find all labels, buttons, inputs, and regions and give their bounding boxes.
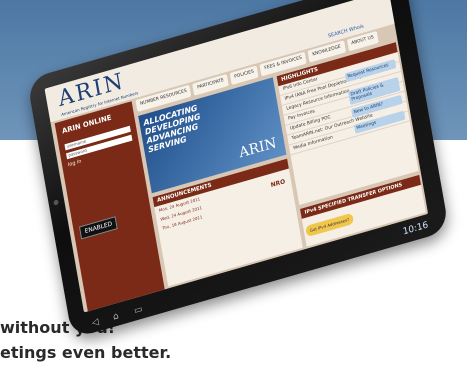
ipv6-enabled-badge: ENABLED: [78, 216, 119, 240]
camera-icon: [53, 199, 59, 206]
need-ipv4-button[interactable]: Need More IPv4 Addresses?: [308, 230, 372, 259]
hero-logo: ARIN: [237, 135, 278, 162]
status-clock: 10:16: [402, 220, 430, 238]
back-icon[interactable]: ◁: [91, 317, 99, 329]
got-ipv4-button[interactable]: Got IPv4 Addresses?: [305, 212, 354, 238]
home-icon[interactable]: ⌂: [112, 311, 119, 322]
promo-line-2: etings even better.: [0, 343, 172, 362]
recent-apps-icon[interactable]: ▭: [133, 304, 143, 316]
